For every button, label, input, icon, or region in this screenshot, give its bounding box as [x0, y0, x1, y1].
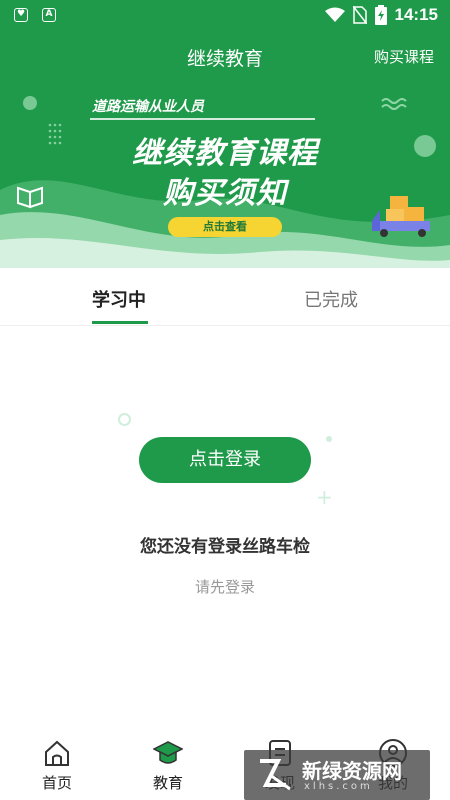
banner-title-line1: 继续教育课程	[132, 136, 318, 171]
tab-bar: 学习中 已完成	[0, 268, 450, 326]
watermark-domain: xlhs.com	[304, 781, 373, 792]
decorative-dot	[326, 436, 332, 442]
status-time: 14:15	[394, 5, 438, 24]
banner-subtitle: 道路运输从业人员	[92, 99, 204, 115]
wifi-icon	[324, 7, 345, 22]
nav-education[interactable]: 教育	[138, 738, 198, 793]
graduation-cap-icon	[153, 741, 183, 764]
home-icon	[45, 740, 69, 766]
title-bar: 继续教育 购买课程	[0, 36, 450, 76]
status-bar: ♥ A 14:15	[0, 0, 450, 32]
banner-divider	[90, 118, 315, 120]
empty-state-hint: 请先登录	[194, 578, 255, 596]
banner-view-button[interactable]: 点击查看	[168, 217, 282, 237]
battery-charging-icon	[374, 5, 387, 25]
buy-course-link[interactable]: 购买课程	[374, 46, 434, 67]
nav-home[interactable]: 首页	[27, 738, 87, 793]
nav-home-label: 首页	[41, 774, 72, 792]
watermark-logo-icon	[260, 759, 291, 791]
no-sim-icon	[352, 6, 367, 24]
watermark: 新绿资源网 xlhs.com	[244, 750, 430, 800]
watermark-text: 新绿资源网	[302, 759, 402, 783]
a-badge-icon: A	[42, 8, 56, 22]
banner-title-line2: 购买须知	[163, 176, 287, 211]
header-banner: ♥ A 14:15 继续教育 购买课程 道路运输从业人员 继续教育课程 购买须知…	[0, 0, 450, 268]
tab-completed[interactable]: 已完成	[304, 286, 358, 312]
decorative-plus: +	[316, 485, 333, 509]
decorative-ring	[118, 413, 131, 426]
nav-education-label: 教育	[152, 774, 183, 792]
active-tab-indicator	[92, 321, 148, 324]
shield-icon: ♥	[14, 8, 28, 22]
login-button[interactable]: 点击登录	[139, 437, 311, 483]
tab-studying[interactable]: 学习中	[92, 286, 146, 312]
empty-state-message: 您还没有登录丝路车检	[140, 537, 310, 557]
